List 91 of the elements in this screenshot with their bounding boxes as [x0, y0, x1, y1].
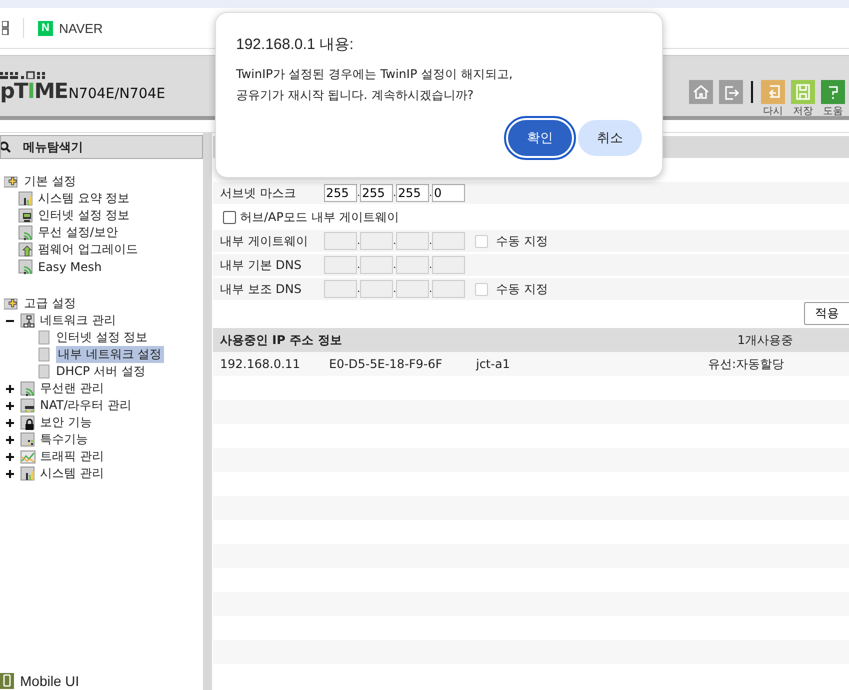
cancel-button[interactable]: 취소 [578, 120, 642, 156]
tree-item[interactable]: 인터넷 설정 정보 [56, 329, 148, 346]
return-icon[interactable] [761, 80, 785, 104]
tree-item[interactable]: 인터넷 설정 정보 [38, 207, 130, 224]
tree-item[interactable]: 네트워크 관리 [40, 312, 116, 329]
chart-icon [18, 190, 34, 206]
brand-logo: pTIME [0, 79, 68, 103]
expand-icon[interactable] [6, 402, 14, 410]
ip-octet-field[interactable]: 255 [360, 184, 393, 202]
table-cell-text: 192.168.0.11 [220, 357, 302, 371]
wifi-icon [18, 258, 34, 274]
wifi-icon [20, 380, 36, 396]
page-icon [36, 346, 52, 362]
upload-icon [18, 242, 34, 258]
folder-icon [4, 296, 20, 312]
save-icon[interactable] [791, 80, 815, 104]
tree-item[interactable]: 시스템 관리 [40, 465, 104, 482]
table-cell-text: E0-D5-5E-18-F9-6F [329, 357, 444, 371]
network-icon [20, 312, 36, 328]
checkbox-label: 수동 지정 [496, 280, 548, 298]
octet-separator: . [393, 236, 396, 246]
checkbox-label: 수동 지정 [496, 232, 548, 250]
octet-separator: . [429, 236, 432, 246]
tree-item[interactable]: 무선 설정/보안 [38, 224, 118, 241]
search-icon [1, 141, 11, 153]
tree-item[interactable]: 트래픽 관리 [40, 448, 104, 465]
ip-octet-field[interactable]: 255 [396, 184, 429, 202]
field-label: 서브넷 마스크 [220, 184, 297, 202]
table-cell-text: jct-a1 [476, 357, 511, 371]
checkbox[interactable] [223, 210, 236, 224]
chart-icon [20, 466, 36, 482]
page-icon [36, 330, 52, 346]
apply-button[interactable]: 적용 [804, 302, 849, 325]
tool-label: 도움 [823, 105, 843, 118]
expand-icon[interactable] [6, 436, 14, 444]
ip-octet-field[interactable]: 0 [432, 184, 465, 202]
menu-search-bar[interactable]: 메뉴탐색기 [0, 135, 203, 159]
octet-separator: . [357, 236, 360, 246]
tree-item[interactable]: 기본 설정 [24, 173, 76, 190]
tree-item[interactable]: 특수기능 [40, 431, 88, 448]
table-cell: 유선:자동할당 [708, 356, 784, 372]
tree-item[interactable]: Easy Mesh [38, 260, 102, 274]
tree-item[interactable]: NAT/라우터 관리 [40, 397, 132, 414]
octet-separator: . [429, 260, 432, 270]
tool-label: 저장 [793, 105, 813, 118]
usage-count: 1개사용중 [737, 332, 793, 348]
monitor-icon [18, 208, 34, 224]
help-icon[interactable] [821, 80, 845, 104]
expand-icon[interactable] [6, 418, 14, 426]
tree-item[interactable]: 시스템 요약 정보 [38, 190, 130, 207]
octet-separator: . [357, 284, 360, 294]
logout-icon[interactable] [719, 80, 743, 104]
grid-icon [20, 432, 36, 448]
tree-item[interactable]: DHCP 서버 설정 [56, 363, 146, 380]
octet-separator: . [393, 260, 396, 270]
mobile-ui-link[interactable]: Mobile UI [20, 673, 80, 689]
tree-item[interactable]: 내부 네트워크 설정 [56, 346, 164, 363]
apps-grid-icon[interactable] [2, 21, 9, 35]
octet-separator: . [429, 284, 432, 294]
graph-icon [20, 448, 36, 464]
octet-separator: . [357, 260, 360, 270]
field-label: 내부 기본 DNS [220, 256, 302, 274]
octet-separator: . [357, 188, 360, 198]
page-icon [36, 364, 52, 380]
folder-icon [4, 174, 20, 190]
checkbox-label: 허브/AP모드 내부 게이트웨이 [240, 208, 400, 226]
tree-item[interactable]: 고급 설정 [24, 295, 76, 312]
field-label: 내부 게이트웨이 [220, 232, 309, 250]
dot-pattern-icon [0, 71, 46, 79]
router-icon [20, 398, 36, 414]
table-title: 사용중인 IP 주소 정보 [220, 332, 342, 348]
confirm-button[interactable]: 확인 [508, 120, 572, 156]
model-name: N704E/N704E [68, 86, 166, 102]
lock-icon [20, 414, 36, 430]
ip-octet-field[interactable]: 255 [324, 184, 357, 202]
expand-icon[interactable] [6, 470, 14, 478]
tool-label: 다시 [763, 105, 783, 118]
field-label: 내부 보조 DNS [220, 280, 302, 298]
octet-separator: . [393, 284, 396, 294]
wifi-icon [18, 224, 34, 240]
octet-separator: . [393, 188, 396, 198]
home-icon[interactable] [689, 80, 713, 104]
expand-icon[interactable] [6, 452, 14, 460]
bookmark-link[interactable]: NAVER [59, 20, 103, 36]
tree-item[interactable]: 보안 기능 [40, 414, 92, 431]
octet-separator: . [429, 188, 432, 198]
expand-icon[interactable] [6, 384, 14, 392]
tree-item[interactable]: 무선랜 관리 [40, 380, 104, 397]
dialog-title: 192.168.0.1 내용: [236, 35, 355, 54]
tree-item[interactable]: 펌웨어 업그레이드 [38, 241, 138, 258]
dialog-message: TwinIP가 설정된 경우에는 TwinIP 설정이 해지되고, 공유기가 재시작 됩니다. 계속하시겠습니까? [236, 66, 514, 104]
